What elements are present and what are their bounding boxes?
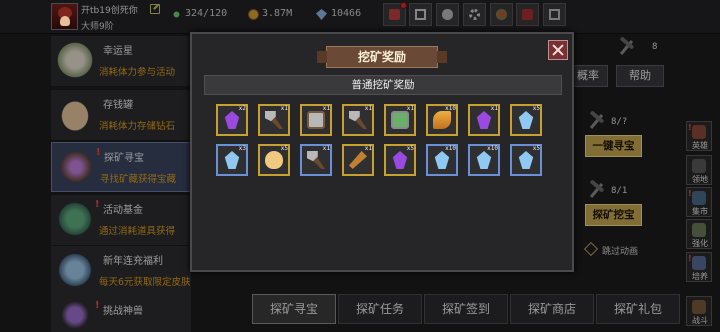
reward-grid: x2 x1 x1 x1 x1 x10 x1 x5 x3 x5 x1 x1 x5 x10 x10 x5: [216, 104, 556, 182]
reward-quantity: x3: [238, 145, 246, 152]
reward-quantity: x10: [487, 145, 498, 152]
blue-crystal-icon: [518, 151, 534, 169]
reward-slot[interactable]: x1: [258, 104, 290, 136]
reward-quantity: x1: [364, 145, 372, 152]
reward-quantity: x10: [445, 145, 456, 152]
reward-quantity: x10: [445, 105, 456, 112]
purple-crystal-icon: [476, 111, 492, 129]
green-chest-icon: [391, 111, 409, 129]
reward-slot[interactable]: x3: [216, 144, 248, 176]
reward-quantity: x5: [406, 145, 414, 152]
blue-crystal-icon: [434, 151, 450, 169]
reward-slot[interactable]: x1: [342, 104, 374, 136]
reward-quantity: x5: [280, 145, 288, 152]
reward-slot[interactable]: x5: [258, 144, 290, 176]
reward-quantity: x1: [280, 105, 288, 112]
reward-quantity: x1: [364, 105, 372, 112]
reward-quantity: x1: [490, 105, 498, 112]
silver-chest-icon: [307, 111, 325, 129]
reward-slot[interactable]: x1: [300, 104, 332, 136]
hammer-icon: [307, 151, 325, 169]
reward-slot[interactable]: x10: [426, 104, 458, 136]
reward-quantity: x1: [406, 105, 414, 112]
reward-quantity: x2: [238, 105, 246, 112]
purple-crystal-icon: [392, 151, 408, 169]
reward-slot[interactable]: x1: [300, 144, 332, 176]
egg-icon: [265, 151, 283, 169]
reward-slot[interactable]: x5: [510, 144, 542, 176]
reward-slot[interactable]: x5: [510, 104, 542, 136]
reward-slot[interactable]: x10: [468, 144, 500, 176]
reward-slot[interactable]: x10: [426, 144, 458, 176]
purple-crystal-icon: [224, 111, 240, 129]
blue-crystal-icon: [518, 111, 534, 129]
feather-icon: [433, 111, 451, 129]
hammer-icon: [265, 111, 283, 129]
close-button[interactable]: [548, 40, 568, 60]
reward-slot[interactable]: x5: [384, 144, 416, 176]
staff-icon: [349, 151, 367, 169]
reward-quantity: x1: [322, 105, 330, 112]
hammer-icon: [349, 111, 367, 129]
blue-crystal-icon: [224, 151, 240, 169]
reward-slot[interactable]: x2: [216, 104, 248, 136]
reward-quantity: x5: [532, 145, 540, 152]
mining-reward-modal: 挖矿奖励 普通挖矿奖励 x2 x1 x1 x1 x1 x10 x1 x5 x3 x5 x1 x1 x5 x…: [190, 32, 574, 272]
reward-quantity: x5: [532, 105, 540, 112]
reward-quantity: x1: [322, 145, 330, 152]
reward-slot[interactable]: x1: [384, 104, 416, 136]
reward-slot[interactable]: x1: [342, 144, 374, 176]
reward-subheader: 普通挖矿奖励: [204, 75, 562, 95]
modal-title: 挖矿奖励: [317, 46, 447, 68]
blue-crystal-icon: [476, 151, 492, 169]
reward-slot[interactable]: x1: [468, 104, 500, 136]
